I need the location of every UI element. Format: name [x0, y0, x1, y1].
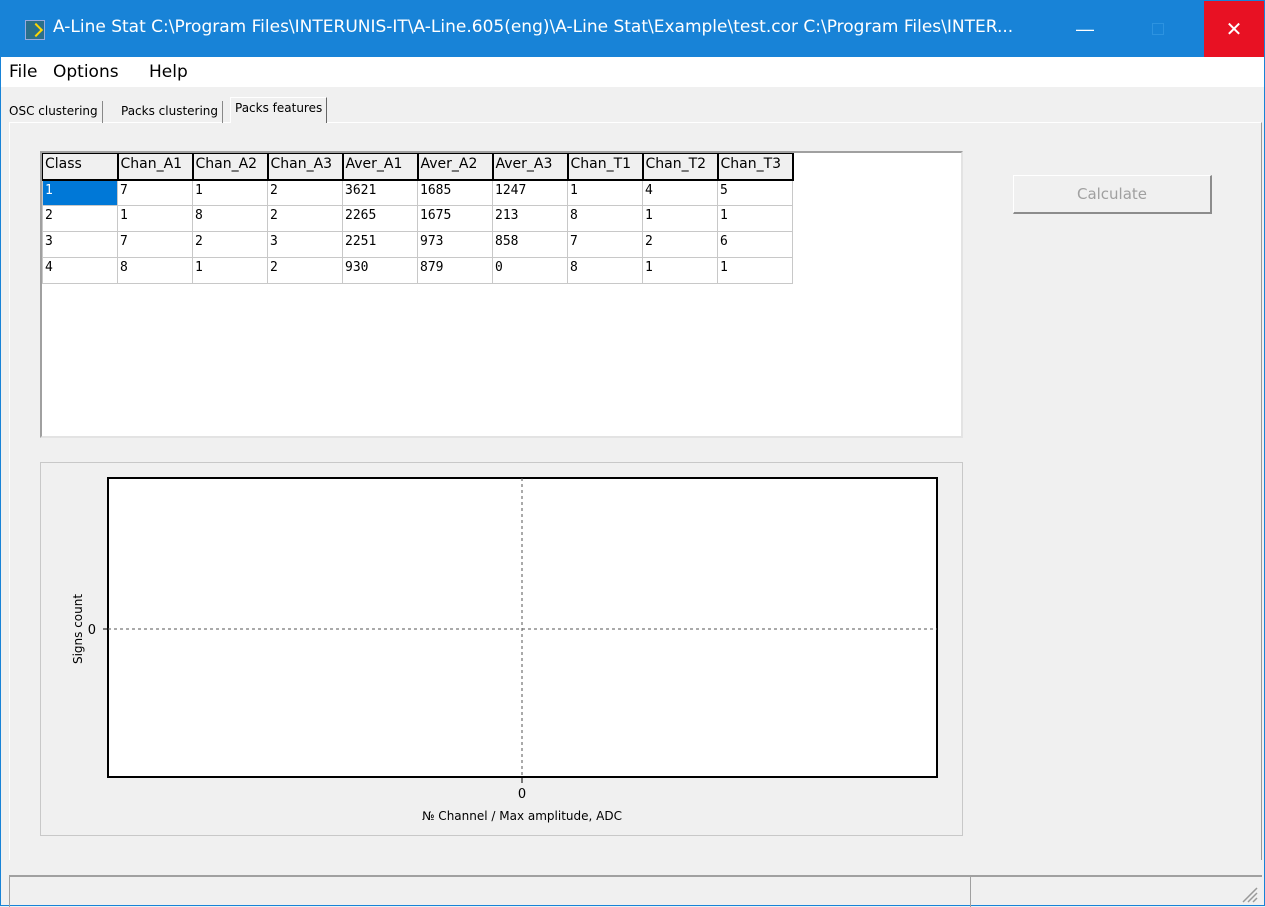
x-tick-label: 0 — [518, 787, 526, 802]
table-cell[interactable]: 1 — [567, 179, 643, 206]
table-cell[interactable]: 2 — [267, 179, 343, 206]
table-cell[interactable]: 7 — [117, 179, 193, 206]
table-cell[interactable]: 8 — [117, 257, 193, 284]
table-cell[interactable]: 1 — [717, 257, 793, 284]
table-cell[interactable]: 7 — [567, 231, 643, 258]
tab-packs-clustering[interactable]: Packs clustering — [117, 101, 224, 123]
table-row: 2 1 8 2 2265 1675 213 8 1 1 — [42, 205, 793, 232]
y-tick-label: 0 — [88, 623, 96, 638]
column-header[interactable]: Aver_A1 — [342, 153, 419, 181]
table-cell[interactable]: 858 — [492, 231, 568, 258]
table-cell[interactable]: 2 — [42, 205, 118, 232]
table-cell[interactable]: 4 — [642, 179, 718, 206]
table-cell[interactable]: 7 — [117, 231, 193, 258]
features-grid[interactable]: Class Chan_A1 Chan_A2 Chan_A3 Aver_A1 Av… — [40, 151, 963, 438]
table-cell[interactable]: 4 — [42, 257, 118, 284]
menu-file[interactable]: File — [9, 62, 37, 82]
table-row: 1 7 1 2 3621 1685 1247 1 4 5 — [42, 179, 793, 206]
column-header[interactable]: Chan_A3 — [267, 153, 344, 181]
table-row: 4 8 1 2 930 879 0 8 1 1 — [42, 257, 793, 284]
column-header[interactable]: Aver_A2 — [417, 153, 494, 181]
window-title: A-Line Stat C:\Program Files\INTERUNIS-I… — [53, 17, 1014, 37]
table-cell[interactable]: 3621 — [342, 179, 418, 206]
chart-svg: 0 0 № Channel / Max amplitude, ADC Signs… — [71, 477, 938, 823]
table-cell[interactable]: 1 — [192, 257, 268, 284]
features-table: Class Chan_A1 Chan_A2 Chan_A3 Aver_A1 Av… — [42, 153, 794, 284]
tab-osc-clustering[interactable]: OSC clustering — [5, 101, 103, 123]
table-cell[interactable]: 2 — [267, 257, 343, 284]
column-header[interactable]: Chan_T2 — [642, 153, 719, 181]
close-button[interactable]: ✕ — [1204, 1, 1264, 57]
table-cell[interactable]: 213 — [492, 205, 568, 232]
table-cell[interactable]: 1 — [192, 179, 268, 206]
table-cell[interactable]: 2251 — [342, 231, 418, 258]
table-cell[interactable]: 2 — [267, 205, 343, 232]
table-cell[interactable]: 1675 — [417, 205, 493, 232]
table-cell[interactable]: 973 — [417, 231, 493, 258]
table-cell[interactable]: 1 — [642, 257, 718, 284]
table-cell[interactable]: 1 — [642, 205, 718, 232]
table-cell[interactable]: 2 — [642, 231, 718, 258]
x-axis-label: № Channel / Max amplitude, ADC — [422, 809, 622, 823]
table-header-row: Class Chan_A1 Chan_A2 Chan_A3 Aver_A1 Av… — [42, 153, 794, 181]
table-cell[interactable]: 3 — [42, 231, 118, 258]
table-cell[interactable]: 0 — [492, 257, 568, 284]
table-cell[interactable]: 1685 — [417, 179, 493, 206]
table-cell[interactable]: 1 — [42, 179, 118, 206]
y-axis-label: Signs count — [71, 594, 85, 664]
table-cell[interactable]: 1247 — [492, 179, 568, 206]
app-window: A-Line Stat C:\Program Files\INTERUNIS-I… — [0, 0, 1265, 907]
table-cell[interactable]: 2265 — [342, 205, 418, 232]
table-cell[interactable]: 8 — [192, 205, 268, 232]
histogram-chart: 0 0 № Channel / Max amplitude, ADC Signs… — [40, 462, 963, 836]
status-bar — [9, 875, 1262, 907]
table-cell[interactable]: 2 — [192, 231, 268, 258]
menu-help[interactable]: Help — [149, 62, 188, 82]
maximize-icon — [1152, 23, 1164, 35]
title-bar[interactable]: A-Line Stat C:\Program Files\INTERUNIS-I… — [1, 1, 1264, 57]
table-cell[interactable]: 5 — [717, 179, 793, 206]
status-panel-main — [9, 876, 970, 907]
column-header[interactable]: Chan_A2 — [192, 153, 269, 181]
column-header[interactable]: Chan_A1 — [117, 153, 194, 181]
minimize-button[interactable]: — — [1055, 1, 1115, 57]
resize-grip-icon[interactable] — [1240, 885, 1258, 903]
tab-packs-features[interactable]: Packs features — [230, 97, 328, 123]
table-cell[interactable]: 8 — [567, 205, 643, 232]
table-cell[interactable]: 8 — [567, 257, 643, 284]
table-cell[interactable]: 930 — [342, 257, 418, 284]
table-cell[interactable]: 879 — [417, 257, 493, 284]
maximize-button[interactable] — [1128, 1, 1188, 57]
table-cell[interactable]: 3 — [267, 231, 343, 258]
app-icon[interactable] — [25, 20, 45, 40]
calculate-button[interactable]: Calculate — [1013, 175, 1212, 214]
table-row: 3 7 2 3 2251 973 858 7 2 6 — [42, 231, 793, 258]
status-panel-right — [970, 876, 1262, 907]
column-header[interactable]: Aver_A3 — [492, 153, 569, 181]
column-header[interactable]: Chan_T1 — [567, 153, 644, 181]
table-cell[interactable]: 1 — [717, 205, 793, 232]
table-cell[interactable]: 1 — [117, 205, 193, 232]
column-header[interactable]: Chan_T3 — [717, 153, 794, 181]
table-cell[interactable]: 6 — [717, 231, 793, 258]
menu-bar: File Options Help — [1, 57, 1264, 87]
column-header[interactable]: Class — [42, 153, 119, 181]
menu-options[interactable]: Options — [53, 62, 119, 82]
